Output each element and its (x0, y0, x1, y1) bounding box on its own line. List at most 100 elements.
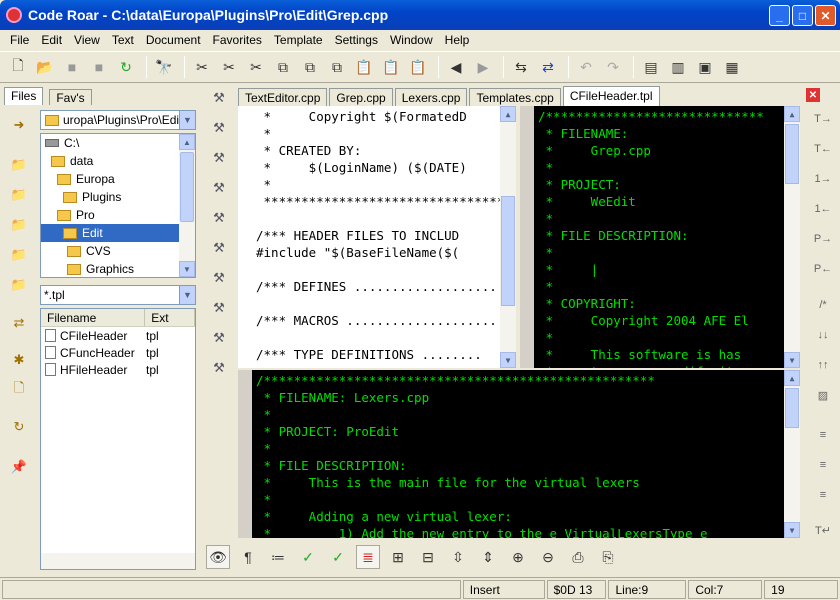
code-line[interactable]: * $(LoginName) ($(DATE) (256, 159, 504, 176)
check-list-2-icon[interactable]: ✓ (326, 545, 350, 569)
goto-folder-icon[interactable]: ➜ (8, 114, 30, 136)
new-doc-icon[interactable]: 🗋 (8, 379, 30, 401)
scroll-thumb[interactable] (180, 152, 194, 222)
menu-help[interactable]: Help (439, 33, 476, 47)
paste-2-icon[interactable]: 📋 (379, 55, 403, 79)
align-3-icon[interactable]: ≡ (812, 486, 834, 504)
code-line[interactable]: * (256, 491, 708, 508)
menu-document[interactable]: Document (140, 33, 207, 47)
code-line[interactable]: * Copyright $(FormatedD (256, 108, 504, 125)
check-list-icon[interactable]: ✓ (296, 545, 320, 569)
zoom-out-icon[interactable]: ⊖ (536, 545, 560, 569)
export-icon[interactable]: ⎙ (566, 545, 590, 569)
tree-item-plugins[interactable]: Plugins (41, 188, 195, 206)
pane-scrollbar[interactable]: ▲ ▼ (784, 106, 800, 368)
copy-3-icon[interactable]: ⧉ (325, 55, 349, 79)
cut-3-icon[interactable]: ✂ (244, 55, 268, 79)
para-right-icon[interactable]: P→ (812, 230, 834, 248)
folder-1-icon[interactable]: 📁 (8, 184, 30, 206)
tree-item-data[interactable]: data (41, 152, 195, 170)
doc-action-3-icon[interactable]: ⚒ (210, 150, 228, 166)
tab-favs[interactable]: Fav's (49, 89, 92, 105)
code-line[interactable]: /*** TYPE DEFINITIONS ........ (256, 346, 504, 363)
code-line[interactable]: * FILENAME: Lexers.cpp (256, 389, 708, 406)
tree-item-graphics[interactable]: Graphics (41, 260, 195, 277)
window-layout-4-icon[interactable]: ▦ (720, 55, 744, 79)
scroll-down-icon[interactable]: ▼ (179, 261, 195, 277)
menu-view[interactable]: View (68, 33, 106, 47)
folder-3-icon[interactable]: 📁 (8, 244, 30, 266)
scroll-up-icon[interactable]: ▲ (784, 370, 800, 386)
paste-3-icon[interactable]: 📋 (406, 55, 430, 79)
code-text[interactable]: /***************************** * FILENAM… (538, 108, 764, 368)
code-text[interactable]: * Copyright $(FormatedD * * CREATED BY: … (256, 108, 504, 363)
save-all-icon[interactable]: ■ (87, 55, 111, 79)
menu-text[interactable]: Text (106, 33, 140, 47)
match-icon[interactable]: ⇆ (509, 55, 533, 79)
tab-texteditor-cpp[interactable]: TextEditor.cpp (238, 88, 328, 106)
code-line[interactable]: * Copyright 2004 AFE El (538, 312, 764, 329)
code-line[interactable]: * FILE DESCRIPTION: (256, 457, 708, 474)
doc-action-2-icon[interactable]: ⚒ (210, 120, 228, 136)
doc-action-7-icon[interactable]: ⚒ (210, 270, 228, 286)
tab-lexers-cpp[interactable]: Lexers.cpp (394, 88, 468, 106)
line-up-icon[interactable]: 1→ (812, 170, 834, 188)
tree-item-europa[interactable]: Europa (41, 170, 195, 188)
close-document-icon[interactable]: ✕ (806, 88, 820, 102)
scroll-thumb[interactable] (785, 124, 799, 184)
back-arrow-icon[interactable]: ◀ (444, 55, 468, 79)
save-icon[interactable]: ■ (60, 55, 84, 79)
code-line[interactable]: * This software is has (538, 346, 764, 363)
new-file-icon[interactable]: 🗋 (6, 55, 30, 79)
code-line[interactable]: * CREATED BY: (256, 142, 504, 159)
list-item[interactable]: CFuncHeader tpl (41, 344, 195, 361)
tab-grep-cpp[interactable]: Grep.cpp (329, 88, 393, 106)
paste-icon[interactable]: 📋 (352, 55, 376, 79)
menu-settings[interactable]: Settings (329, 33, 384, 47)
undo-icon[interactable]: ↶ (574, 55, 598, 79)
editor-pane-left[interactable]: * Copyright $(FormatedD * * CREATED BY: … (238, 106, 516, 368)
sync-icon[interactable]: ⇄ (8, 312, 30, 334)
code-line[interactable] (256, 210, 504, 227)
code-line[interactable] (256, 261, 504, 278)
format-icon[interactable]: ▨ (812, 386, 834, 404)
cut-2-icon[interactable]: ✂ (217, 55, 241, 79)
doc-action-8-icon[interactable]: ⚒ (210, 300, 228, 316)
numbered-list-icon[interactable]: ≔ (266, 545, 290, 569)
tree-item-edit[interactable]: Edit (41, 224, 195, 242)
menu-window[interactable]: Window (384, 33, 439, 47)
match-select-icon[interactable]: ⇄ (536, 55, 560, 79)
code-line[interactable]: * (256, 125, 504, 142)
menu-favorites[interactable]: Favorites (207, 33, 268, 47)
indent-2-icon[interactable]: T← (812, 140, 834, 158)
scroll-up-icon[interactable]: ▲ (500, 106, 516, 122)
scroll-up-icon[interactable]: ▲ (784, 106, 800, 122)
file-list-hscrollbar[interactable] (41, 553, 195, 569)
code-line[interactable]: /*** HEADER FILES TO INCLUD (256, 227, 504, 244)
folder-2-icon[interactable]: 📁 (8, 214, 30, 236)
code-line[interactable]: * (538, 210, 764, 227)
scroll-down-icon[interactable]: ▼ (500, 352, 516, 368)
maximize-button[interactable]: □ (792, 5, 813, 26)
code-line[interactable]: * This is the main file for the virtual … (256, 474, 708, 491)
list-item[interactable]: CFileHeader tpl (41, 327, 195, 344)
column-ext[interactable]: Ext (145, 309, 195, 326)
expand-icon[interactable]: ⇳ (446, 545, 470, 569)
folder-up-icon[interactable]: 📁 (8, 154, 30, 176)
folder-4-icon[interactable]: 📁 (8, 274, 30, 296)
code-line[interactable]: * to use or modify it. (538, 363, 764, 368)
code-line[interactable]: * PROJECT: (538, 176, 764, 193)
eye-icon[interactable]: 👁 (206, 545, 230, 569)
tree-scrollbar[interactable]: ▲ ▼ (179, 134, 195, 277)
code-line[interactable]: * (538, 278, 764, 295)
code-line[interactable]: * (538, 244, 764, 261)
code-line[interactable]: * Adding a new virtual lexer: (256, 508, 708, 525)
code-line[interactable] (256, 295, 504, 312)
menu-file[interactable]: File (4, 33, 35, 47)
print-icon[interactable]: ⎘ (596, 545, 620, 569)
scroll-down-icon[interactable]: ▼ (784, 522, 800, 538)
doc-action-10-icon[interactable]: ⚒ (210, 360, 228, 376)
code-line[interactable]: * (538, 159, 764, 176)
zoom-in-icon[interactable]: ⊕ (506, 545, 530, 569)
open-folder-icon[interactable]: 📂 (33, 55, 57, 79)
